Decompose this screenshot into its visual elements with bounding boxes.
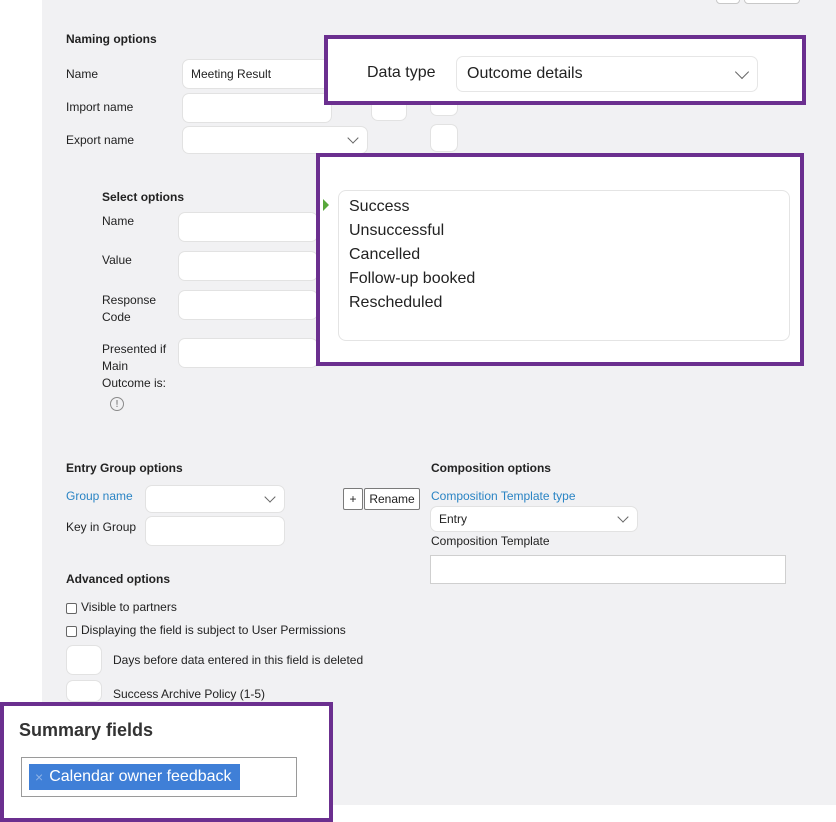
presented-if-select[interactable] xyxy=(178,338,318,368)
option-value-input[interactable] xyxy=(178,251,318,281)
top-toolbar-button[interactable] xyxy=(716,0,740,4)
response-code-label: Response Code xyxy=(102,293,157,324)
option-name-label: Name xyxy=(102,214,135,228)
data-type-select[interactable]: Outcome details xyxy=(456,56,758,92)
list-item: Success xyxy=(349,198,410,215)
composition-template-type-value: Entry xyxy=(439,512,468,526)
import-name-label: Import name xyxy=(66,100,134,114)
rename-group-button[interactable]: Rename xyxy=(364,488,420,510)
export-name-label: Export name xyxy=(66,133,135,147)
list-item: Cancelled xyxy=(349,246,421,263)
visible-to-partners-label: Visible to partners xyxy=(81,600,177,614)
naming-options-title: Naming options xyxy=(66,32,157,46)
expand-arrow-icon xyxy=(323,199,329,211)
field-settings-panel xyxy=(42,0,836,805)
days-before-deleted-input[interactable] xyxy=(66,645,102,675)
info-icon[interactable]: ! xyxy=(110,397,124,411)
entry-group-title: Entry Group options xyxy=(66,461,183,475)
composition-template-label: Composition Template xyxy=(431,534,550,548)
remove-icon[interactable]: × xyxy=(35,769,43,785)
key-in-group-input[interactable] xyxy=(145,516,285,546)
option-value-label: Value xyxy=(102,253,132,267)
presented-if-label: Presented if Main Outcome is: xyxy=(102,342,167,390)
composition-template-input[interactable] xyxy=(430,555,786,584)
top-toolbar-button-wide[interactable] xyxy=(744,0,800,4)
right-column-checkbox-2[interactable] xyxy=(430,124,458,152)
list-item: Rescheduled xyxy=(349,294,443,311)
name-input[interactable]: Meeting Result xyxy=(182,59,332,89)
chevron-down-icon xyxy=(617,511,629,523)
name-label: Name xyxy=(66,67,99,81)
user-permissions-label: Displaying the field is subject to User … xyxy=(81,623,346,637)
summary-chip-label: Calendar owner feedback xyxy=(49,768,232,785)
select-options-title: Select options xyxy=(102,190,185,204)
chevron-down-icon xyxy=(264,491,276,503)
group-name-select[interactable] xyxy=(145,485,285,513)
export-name-select[interactable] xyxy=(182,126,368,154)
data-type-value: Outcome details xyxy=(467,65,583,82)
name-input-value: Meeting Result xyxy=(191,67,272,81)
chevron-down-icon xyxy=(734,64,750,80)
composition-options-title: Composition options xyxy=(431,461,551,475)
chevron-down-icon xyxy=(347,132,359,144)
group-name-label[interactable]: Group name xyxy=(66,488,133,505)
list-item: Follow-up booked xyxy=(349,270,476,287)
list-item: Unsuccessful xyxy=(349,222,445,239)
summary-fields-title: Summary fields xyxy=(19,720,154,740)
user-permissions-checkbox[interactable] xyxy=(66,626,77,637)
composition-template-type-label[interactable]: Composition Template type xyxy=(431,488,576,505)
option-name-input[interactable] xyxy=(178,212,318,242)
summary-chip[interactable]: × Calendar owner feedback xyxy=(29,764,240,790)
import-name-input[interactable] xyxy=(182,93,332,123)
add-group-button[interactable]: + xyxy=(343,488,363,510)
archive-policy-input[interactable] xyxy=(66,680,102,702)
data-type-label: Data type xyxy=(367,64,436,81)
days-before-deleted-label: Days before data entered in this field i… xyxy=(113,653,364,667)
options-list[interactable]: Success Unsuccessful Cancelled Follow-up… xyxy=(338,190,790,341)
advanced-options-title: Advanced options xyxy=(66,572,171,586)
response-code-input[interactable] xyxy=(178,290,318,320)
visible-to-partners-checkbox[interactable] xyxy=(66,603,77,614)
key-in-group-label: Key in Group xyxy=(66,520,137,534)
composition-template-type-select[interactable]: Entry xyxy=(430,506,638,532)
archive-policy-label: Success Archive Policy (1-5) xyxy=(113,687,266,701)
